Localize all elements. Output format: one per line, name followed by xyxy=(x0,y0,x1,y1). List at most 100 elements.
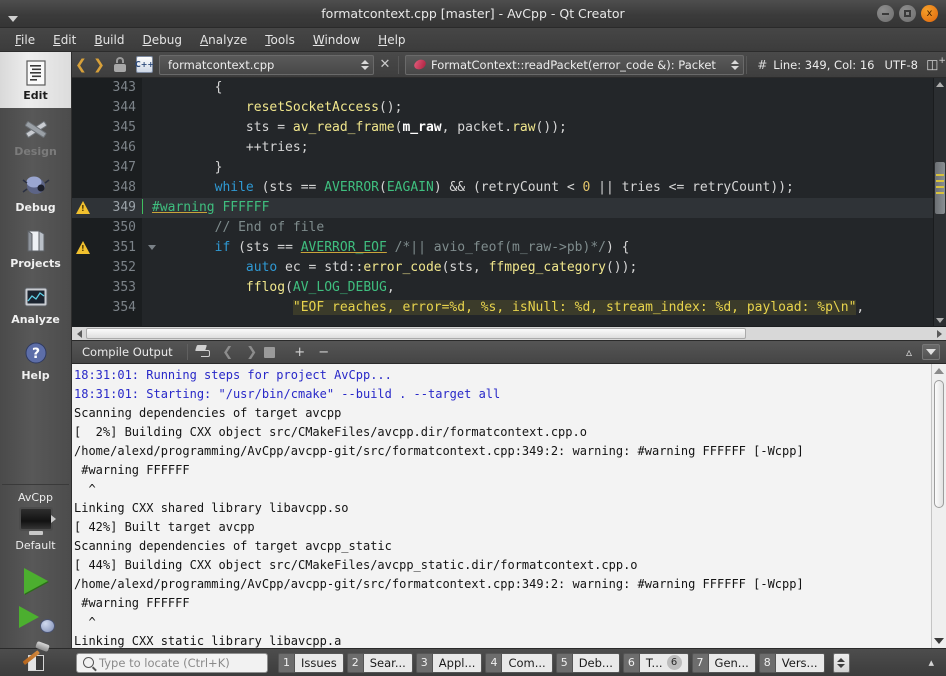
scrollbar-thumb[interactable] xyxy=(934,380,944,508)
compile-output-text[interactable]: 18:31:01: Running steps for project AvCp… xyxy=(72,364,931,648)
gutter-line[interactable]: 348 xyxy=(72,178,142,198)
start-debugging-button[interactable] xyxy=(18,606,55,633)
output-tab-sear[interactable]: 2 Sear... xyxy=(346,652,413,673)
output-line[interactable]: /home/alexd/programming/AvCpp/avcpp-git/… xyxy=(74,575,931,594)
navigate-forward-button[interactable]: ❯ xyxy=(90,57,108,73)
warning-icon[interactable] xyxy=(76,241,90,254)
scroll-right-icon[interactable] xyxy=(932,329,946,338)
output-line[interactable]: Scanning dependencies of target avcpp_st… xyxy=(74,537,931,556)
sidebar-item-projects[interactable]: Projects xyxy=(0,220,71,276)
gutter-line[interactable]: 344 xyxy=(72,98,142,118)
output-line[interactable]: Linking CXX shared library libavcpp.so xyxy=(74,499,931,518)
editor-vertical-scrollbar[interactable] xyxy=(933,78,946,326)
gutter-line[interactable]: 349 xyxy=(72,198,142,218)
sidebar-item-analyze[interactable]: Analyze xyxy=(0,276,71,332)
sidebar-item-help[interactable]: ? Help xyxy=(0,332,71,388)
run-button[interactable] xyxy=(23,568,48,594)
output-line[interactable]: Scanning dependencies of target avcpp xyxy=(74,404,931,423)
code-line[interactable]: } xyxy=(142,158,946,178)
chevron-up-icon[interactable]: ▴ xyxy=(928,656,934,669)
output-tab-com[interactable]: 4 Com... xyxy=(485,652,553,673)
code-line[interactable]: "EOF reaches, error=%d, %s, isNull: %d, … xyxy=(142,298,946,318)
menu-file[interactable]: FFileile xyxy=(6,30,44,50)
gutter-line[interactable]: 346 xyxy=(72,138,142,158)
output-vertical-scrollbar[interactable] xyxy=(931,364,946,648)
cursor-position[interactable]: Line: 349, Col: 16 xyxy=(773,58,884,72)
output-line[interactable]: ^ xyxy=(74,613,931,632)
next-item-button[interactable]: ❯ xyxy=(240,345,264,360)
output-line[interactable]: 18:31:01: Starting: "/usr/bin/cmake" --b… xyxy=(74,385,931,404)
output-line[interactable]: Linking CXX static library libavcpp.a xyxy=(74,632,931,648)
output-line[interactable]: 18:31:01: Running steps for project AvCp… xyxy=(74,366,931,385)
line-number-icon[interactable]: # xyxy=(749,58,773,72)
code-area[interactable]: 343 344 345 346 347 348 349 350 351 352 353 354 { r… xyxy=(72,78,946,326)
scroll-left-icon[interactable] xyxy=(72,329,86,338)
open-documents-combo[interactable]: formatcontext.cpp xyxy=(159,54,374,75)
scroll-down-icon[interactable] xyxy=(932,634,946,648)
menu-build[interactable]: Build xyxy=(85,30,133,50)
split-editor-icon[interactable]: ◫+ xyxy=(926,56,946,72)
output-line[interactable]: ^ xyxy=(74,480,931,499)
gutter-line[interactable]: 343 xyxy=(72,78,142,98)
gutter-line[interactable]: 350 xyxy=(72,218,142,238)
scroll-up-icon[interactable] xyxy=(934,78,946,90)
code-line[interactable]: auto ec = std::error_code(sts, ffmpeg_ca… xyxy=(142,258,946,278)
code-line[interactable]: while (sts == AVERROR(EAGAIN) && (retryC… xyxy=(142,178,946,198)
output-tab-t[interactable]: 6 T... 6 xyxy=(622,652,689,673)
gutter-line[interactable]: 354 xyxy=(72,298,142,318)
output-line[interactable]: [ 42%] Built target avcpp xyxy=(74,518,931,537)
output-line[interactable]: [ 44%] Building CXX object src/CMakeFile… xyxy=(74,556,931,575)
clear-output-button[interactable] xyxy=(192,344,216,360)
menu-tools[interactable]: Tools xyxy=(256,30,304,50)
output-tab-gen[interactable]: 7 Gen... xyxy=(691,652,756,673)
minimize-button[interactable] xyxy=(877,5,894,22)
hscroll-thumb[interactable] xyxy=(86,328,746,339)
code-lines[interactable]: { resetSocketAccess(); sts = av_read_fra… xyxy=(142,78,946,326)
file-encoding[interactable]: UTF-8 xyxy=(884,58,926,72)
menu-edit[interactable]: Edit xyxy=(44,30,85,50)
kit-selector[interactable]: AvCpp Default xyxy=(0,485,71,554)
sidebar-item-edit[interactable]: Edit xyxy=(0,52,71,108)
output-line[interactable]: #warning FFFFFF xyxy=(74,461,931,480)
code-line[interactable]: #warning FFFFFF xyxy=(142,198,946,218)
unlock-icon[interactable] xyxy=(112,56,128,73)
menu-analyze[interactable]: Analyze xyxy=(191,30,256,50)
code-line[interactable]: if (sts == AVERROR_EOF /*|| avio_feof(m_… xyxy=(142,238,946,258)
close-button[interactable]: x xyxy=(921,5,938,22)
close-document-button[interactable]: ✕ xyxy=(374,57,396,72)
gutter-line[interactable]: 347 xyxy=(72,158,142,178)
menu-help[interactable]: Help xyxy=(369,30,414,50)
output-line[interactable]: #warning FFFFFF xyxy=(74,594,931,613)
output-tab-vers[interactable]: 8 Vers... xyxy=(758,652,825,673)
zoom-in-button[interactable]: + xyxy=(288,345,312,360)
stop-button[interactable] xyxy=(263,346,288,358)
gutter-line[interactable]: 353 xyxy=(72,278,142,298)
locator-input[interactable]: Type to locate (Ctrl+K) xyxy=(76,652,268,673)
gutter-line[interactable]: 345 xyxy=(72,118,142,138)
menu-window[interactable]: Window xyxy=(304,30,369,50)
editor-horizontal-scrollbar[interactable] xyxy=(72,326,946,340)
output-line[interactable]: [ 2%] Building CXX object src/CMakeFiles… xyxy=(74,423,931,442)
maximize-button[interactable] xyxy=(899,5,916,22)
previous-item-button[interactable]: ❮ xyxy=(216,345,240,360)
gutter-line[interactable]: 352 xyxy=(72,258,142,278)
code-line[interactable]: resetSocketAccess(); xyxy=(142,98,946,118)
code-line[interactable]: ++tries; xyxy=(142,138,946,158)
chevron-up-icon[interactable]: ▵ xyxy=(900,345,918,359)
code-line[interactable]: // End of file xyxy=(142,218,946,238)
output-line[interactable]: /home/alexd/programming/AvCpp/avcpp-git/… xyxy=(74,442,931,461)
sidebar-item-debug[interactable]: Debug xyxy=(0,164,71,220)
gutter-line[interactable]: 351 xyxy=(72,238,156,258)
output-tab-appl[interactable]: 3 Appl... xyxy=(415,652,483,673)
updown-spinner-icon[interactable] xyxy=(832,652,850,673)
menu-debug[interactable]: Debug xyxy=(133,30,190,50)
code-line[interactable]: { xyxy=(142,78,946,98)
warning-icon[interactable] xyxy=(76,201,90,214)
output-tab-deb[interactable]: 5 Deb... xyxy=(555,652,620,673)
scroll-down-icon[interactable] xyxy=(934,314,946,326)
build-button[interactable] xyxy=(22,640,50,666)
code-line[interactable]: sts = av_read_frame(m_raw, packet.raw())… xyxy=(142,118,946,138)
output-tab-issues[interactable]: 1 Issues xyxy=(278,652,344,673)
hscroll-track[interactable] xyxy=(86,328,932,339)
code-line[interactable]: fflog(AV_LOG_DEBUG, xyxy=(142,278,946,298)
